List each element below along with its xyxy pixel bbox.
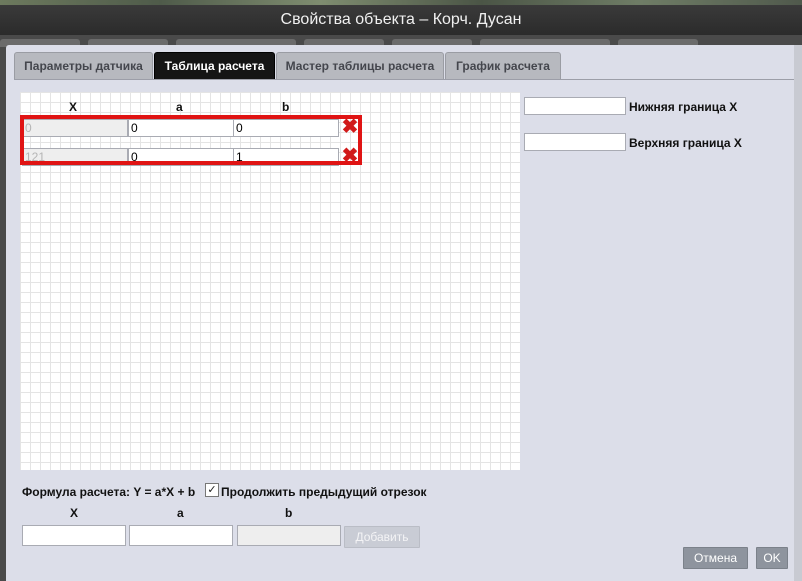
dialog-window: Свойства объекта – Корч. Дусан Параметры… [0,5,802,581]
dialog-title: Свойства объекта – Корч. Дусан [0,5,802,35]
formula-label: Формула расчета: Y = a*X + b [22,485,196,499]
continue-segment-label: Продолжить предыдущий отрезок [221,485,427,499]
row-a-field[interactable] [128,119,234,137]
add-b-header: b [285,506,293,520]
tab-calc-table-wizard[interactable]: Мастер таблицы расчета [276,52,444,80]
tab-calc-table[interactable]: Таблица расчета [154,52,275,80]
lower-bound-x-label: Нижняя граница X [629,100,738,114]
add-x-header: X [70,506,79,520]
add-b-input [237,525,341,546]
row-b-field[interactable] [233,148,339,166]
calc-table-grid: X a b ✖ ✖ [20,92,520,470]
cancel-button[interactable]: Отмена [683,547,748,569]
row-x-field [22,148,128,166]
lower-bound-x-input[interactable] [524,97,626,115]
add-a-input[interactable] [129,525,233,546]
column-header-a: a [176,100,183,114]
column-header-b: b [282,100,290,114]
tab-divider [14,79,796,80]
continue-segment-checkbox[interactable]: ✓ [205,483,219,497]
add-button[interactable]: Добавить [344,526,420,548]
tab-sensor-params[interactable]: Параметры датчика [14,52,153,80]
delete-row-icon[interactable]: ✖ [341,117,359,137]
add-a-header: a [177,506,184,520]
add-x-input[interactable] [22,525,126,546]
row-x-field [22,119,128,137]
row-a-field[interactable] [128,148,234,166]
ok-button[interactable]: OK [756,547,788,569]
tab-calc-chart[interactable]: График расчета [445,52,561,80]
row-b-field[interactable] [233,119,339,137]
upper-bound-x-label: Верхняя граница X [629,136,742,150]
column-header-x: X [69,100,78,114]
upper-bound-x-input[interactable] [524,133,626,151]
dialog-content: Параметры датчика Таблица расчета Мастер… [6,45,802,581]
dialog-scrollbar[interactable] [794,45,802,581]
delete-row-icon[interactable]: ✖ [341,146,359,166]
